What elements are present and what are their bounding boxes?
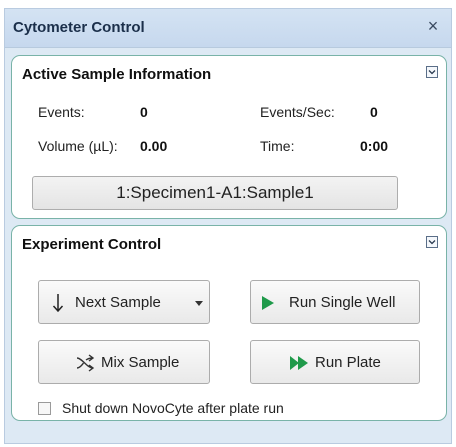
time-value: 0:00	[360, 138, 389, 154]
active-sample-group: Active Sample Information Events: 0 Even…	[11, 55, 447, 219]
cytometer-control-panel: Cytometer Control × Active Sample Inform…	[4, 8, 452, 444]
run-plate-label: Run Plate	[315, 354, 381, 371]
mix-arrows-icon	[76, 354, 95, 372]
next-sample-button[interactable]: Next Sample	[38, 280, 210, 324]
play-icon	[262, 296, 274, 310]
mix-sample-label: Mix Sample	[101, 354, 180, 371]
mix-sample-button[interactable]: Mix Sample	[38, 340, 210, 384]
next-sample-label: Next Sample	[75, 294, 161, 311]
fast-forward-icon	[290, 356, 308, 370]
shutdown-label: Shut down NovoCyte after plate run	[62, 400, 284, 416]
collapse-active-sample-icon[interactable]	[426, 66, 438, 78]
active-sample-title: Active Sample Information	[22, 66, 212, 83]
panel-titlebar: Cytometer Control ×	[5, 9, 451, 48]
close-icon[interactable]: ×	[423, 15, 443, 37]
active-sample-button[interactable]: 1:Specimen1-A1:Sample1	[32, 176, 398, 210]
run-single-well-button[interactable]: Run Single Well	[250, 280, 420, 324]
events-per-sec-value: 0	[370, 104, 378, 120]
events-label: Events:	[38, 104, 85, 120]
experiment-control-title: Experiment Control	[22, 236, 162, 253]
events-value: 0	[140, 104, 148, 120]
run-single-well-label: Run Single Well	[289, 294, 396, 311]
time-label: Time:	[260, 138, 295, 154]
collapse-experiment-icon[interactable]	[426, 236, 438, 248]
volume-label: Volume (µL):	[38, 138, 118, 154]
dropdown-caret-icon[interactable]	[195, 301, 203, 306]
panel-title: Cytometer Control	[13, 19, 145, 36]
volume-value: 0.00	[140, 138, 168, 154]
events-per-sec-label: Events/Sec:	[260, 104, 335, 120]
run-plate-button[interactable]: Run Plate	[250, 340, 420, 384]
down-arrow-icon	[52, 294, 64, 313]
shutdown-checkbox[interactable]	[38, 402, 51, 415]
experiment-control-group: Experiment Control Next Sample Run Singl…	[11, 225, 447, 421]
